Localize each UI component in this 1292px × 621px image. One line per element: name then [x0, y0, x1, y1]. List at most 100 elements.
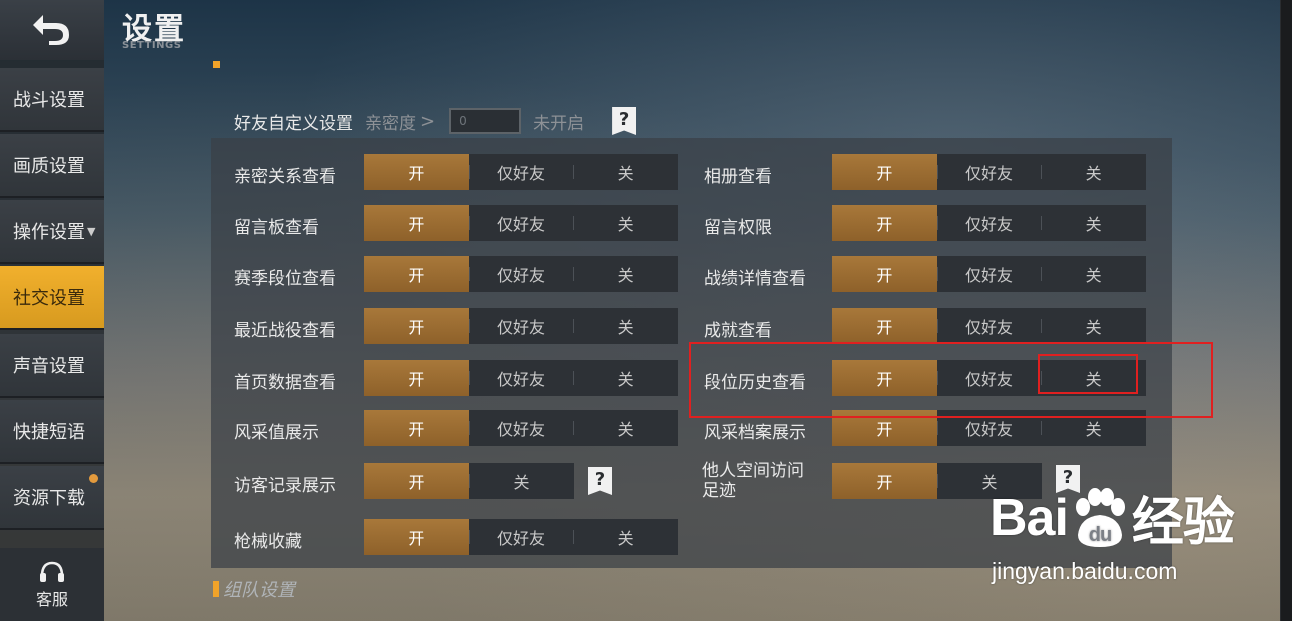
- toggle-option-on[interactable]: 开: [832, 154, 937, 190]
- sidebar-item[interactable]: 快捷短语: [0, 400, 104, 464]
- visibility-toggle: 开关: [364, 463, 574, 499]
- toggle-option-friends[interactable]: 仅好友: [468, 410, 574, 446]
- setting-label: 亲密关系查看: [234, 167, 336, 187]
- toggle-option-friends[interactable]: 仅好友: [468, 154, 574, 190]
- back-button[interactable]: [0, 0, 104, 60]
- toggle-option-friends[interactable]: 仅好友: [468, 519, 574, 555]
- help-icon[interactable]: ?: [612, 107, 637, 135]
- setting-label: 战绩详情查看: [704, 269, 806, 289]
- visibility-toggle: 开仅好友关: [364, 519, 678, 555]
- watermark-url: jingyan.baidu.com: [992, 558, 1178, 584]
- baidu-jingyan-watermark: Bai du 经验 jingyan.baidu.com: [990, 480, 1280, 590]
- sidebar-item[interactable]: 社交设置: [0, 266, 104, 330]
- intimacy-input[interactable]: [449, 108, 522, 134]
- toggle-option-on[interactable]: 开: [832, 308, 937, 344]
- sidebar-item-label: 战斗设置: [13, 90, 85, 111]
- toggle-option-on[interactable]: 开: [364, 410, 469, 446]
- setting-label: 留言权限: [704, 218, 772, 238]
- watermark-logo: Bai du 经验: [990, 480, 1235, 555]
- toggle-option-off[interactable]: 关: [573, 519, 678, 555]
- toggle-option-off[interactable]: 关: [573, 360, 678, 396]
- notification-dot: [89, 474, 98, 483]
- toggle-option-off[interactable]: 关: [573, 205, 678, 241]
- toggle-option-off[interactable]: 关: [573, 410, 678, 446]
- toggle-option-off[interactable]: 关: [1041, 256, 1146, 292]
- toggle-option-off[interactable]: 关: [573, 154, 678, 190]
- sidebar-item-label: 操作设置: [13, 222, 85, 243]
- friend-custom-label: 好友自定义设置: [234, 113, 353, 134]
- headset-icon: [40, 561, 64, 582]
- toggle-option-friends[interactable]: 仅好友: [468, 360, 574, 396]
- sidebar: 战斗设置 画质设置 操作设置 ▼ 社交设置 声音设置 快捷短语 资源下载 客服: [0, 0, 104, 621]
- toggle-option-friends[interactable]: 仅好友: [936, 256, 1042, 292]
- sidebar-item[interactable]: 声音设置: [0, 334, 104, 398]
- setting-label: 首页数据查看: [234, 373, 336, 393]
- toggle-option-on[interactable]: 开: [832, 205, 937, 241]
- toggle-option-on[interactable]: 开: [832, 463, 937, 499]
- page-subtitle: SETTINGS: [122, 40, 182, 51]
- team-settings-label: 组队设置: [223, 580, 295, 601]
- setting-label: 赛季段位查看: [234, 269, 336, 289]
- visibility-toggle: 开仅好友关: [364, 154, 678, 190]
- sidebar-item-label: 画质设置: [13, 156, 85, 177]
- toggle-option-on[interactable]: 开: [364, 463, 469, 499]
- sidebar-item-label: 快捷短语: [13, 422, 85, 443]
- sidebar-item-label: 资源下载: [13, 488, 85, 509]
- setting-label-line1: 他人空间访问: [702, 461, 804, 481]
- toggle-option-on[interactable]: 开: [364, 154, 469, 190]
- setting-label: 留言板查看: [234, 218, 319, 238]
- sidebar-item-label: 声音设置: [13, 356, 85, 377]
- toggle-option-on[interactable]: 开: [832, 256, 937, 292]
- toggle-option-on[interactable]: 开: [364, 519, 469, 555]
- setting-label: 访客记录展示: [234, 476, 336, 496]
- visibility-toggle: 开仅好友关: [364, 256, 678, 292]
- greater-than-symbol: >: [420, 110, 436, 132]
- toggle-option-off[interactable]: 关: [469, 463, 574, 499]
- toggle-option-off[interactable]: 关: [1041, 154, 1146, 190]
- setting-label: 最近战役查看: [234, 321, 336, 341]
- toggle-option-friends[interactable]: 仅好友: [468, 256, 574, 292]
- watermark-brand-left: Bai: [990, 488, 1069, 547]
- toggle-option-off[interactable]: 关: [1041, 308, 1146, 344]
- visibility-toggle: 开仅好友关: [832, 308, 1146, 344]
- toggle-option-off[interactable]: 关: [573, 308, 678, 344]
- back-arrow-icon: [33, 15, 69, 45]
- toggle-option-friends[interactable]: 仅好友: [936, 154, 1042, 190]
- customer-service-label: 客服: [35, 589, 68, 609]
- visibility-toggle: 开仅好友关: [364, 205, 678, 241]
- right-edge-strip: [1280, 0, 1292, 621]
- setting-label: 相册查看: [704, 167, 772, 187]
- toggle-option-on[interactable]: 开: [364, 205, 469, 241]
- toggle-option-friends[interactable]: 仅好友: [468, 205, 574, 241]
- toggle-option-off[interactable]: 关: [573, 256, 678, 292]
- watermark-brand-right: 经验: [1131, 494, 1235, 552]
- toggle-option-friends[interactable]: 仅好友: [936, 205, 1042, 241]
- toggle-option-on[interactable]: 开: [364, 308, 469, 344]
- toggle-option-off[interactable]: 关: [1041, 205, 1146, 241]
- watermark-brand-mid: du: [1089, 524, 1111, 546]
- visibility-toggle: 开仅好友关: [364, 308, 678, 344]
- intimacy-label: 亲密度: [365, 113, 416, 134]
- visibility-toggle: 开仅好友关: [364, 410, 678, 446]
- setting-label: 成就查看: [704, 321, 772, 341]
- visibility-toggle: 开仅好友关: [832, 154, 1146, 190]
- sidebar-item[interactable]: 资源下载: [0, 466, 104, 530]
- toggle-option-friends[interactable]: 仅好友: [468, 308, 574, 344]
- chevron-down-icon: ▼: [87, 224, 96, 238]
- setting-label: 风采值展示: [234, 423, 319, 443]
- customer-service-button[interactable]: 客服: [0, 548, 104, 621]
- paw-icon: du: [1075, 487, 1125, 547]
- sidebar-item[interactable]: 战斗设置: [0, 68, 104, 132]
- section-marker: [213, 581, 219, 597]
- toggle-option-friends[interactable]: 仅好友: [936, 308, 1042, 344]
- toggle-option-on[interactable]: 开: [364, 256, 469, 292]
- team-settings-heading: 组队设置: [213, 576, 295, 602]
- visibility-toggle: 开仅好友关: [832, 256, 1146, 292]
- highlight-box-off: [1038, 354, 1138, 394]
- sidebar-item[interactable]: 操作设置 ▼: [0, 200, 104, 264]
- visibility-toggle: 开仅好友关: [364, 360, 678, 396]
- sidebar-item[interactable]: 画质设置: [0, 134, 104, 198]
- setting-label: 风采档案展示: [704, 423, 806, 443]
- section-marker: [213, 61, 220, 68]
- toggle-option-on[interactable]: 开: [364, 360, 469, 396]
